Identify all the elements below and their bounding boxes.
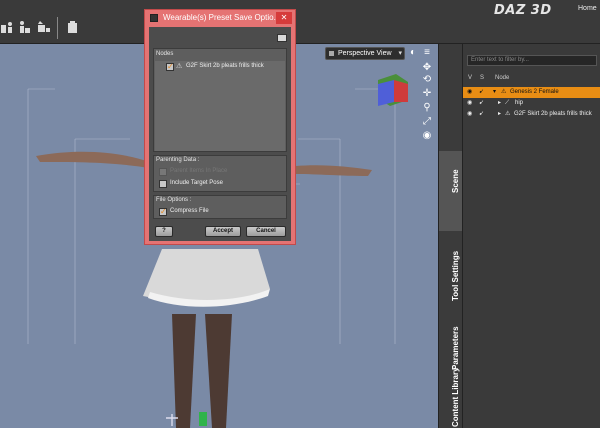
tab-content-library[interactable]: Content Library <box>439 367 463 428</box>
camera-icon <box>329 51 334 56</box>
render-icon[interactable]: ◐ <box>407 47 419 59</box>
cancel-button[interactable]: Cancel <box>246 226 286 237</box>
col-node[interactable]: Node <box>495 75 509 81</box>
dialog-title: Wearable(s) Preset Save Optio... <box>163 13 281 22</box>
parenting-label: Parenting Data : <box>156 157 200 163</box>
scene-icon[interactable] <box>0 20 14 34</box>
col-selectable[interactable]: S <box>480 75 484 81</box>
cursor-icon[interactable]: ➹ <box>479 98 484 109</box>
compress-file-label: Compress File <box>170 208 209 214</box>
parenting-group: Parenting Data : Parent Items In Place I… <box>153 155 287 192</box>
nodes-group: Nodes ⚠ G2F Skirt 2b pleats frills thick <box>153 48 287 152</box>
scene-row-skirt[interactable]: ◉ ➹ ▸ ⚠ G2F Skirt 2b pleats frills thick <box>463 109 600 120</box>
nodes-label: Nodes <box>156 51 174 57</box>
main-toolbar: DAZ 3D Home <box>0 0 600 44</box>
daz3d-logo: DAZ 3D <box>494 3 552 18</box>
scene-row-hip[interactable]: ◉ ➹ ▸ ⟋ hip <box>463 98 600 109</box>
chevron-down-icon: ▾ <box>398 50 402 57</box>
tab-tool-settings[interactable]: Tool Settings <box>439 234 463 319</box>
figure-icon[interactable] <box>17 20 31 34</box>
node-label: G2F Skirt 2b pleats frills thick <box>186 63 264 69</box>
eye-icon[interactable]: ◉ <box>467 109 472 120</box>
camera-selector[interactable]: Perspective View ▾ <box>325 47 405 60</box>
tab-parameters[interactable]: Parameters <box>439 322 463 372</box>
bone-icon: ⟋ <box>505 100 510 106</box>
file-options-group: File Options : Compress File <box>153 195 287 219</box>
scene-filter-input[interactable]: Enter text to filter by... <box>467 55 597 66</box>
file-options-label: File Options : <box>156 197 192 203</box>
eye-icon[interactable]: ◉ <box>467 98 472 109</box>
content-icon[interactable] <box>37 20 51 34</box>
figure-node-icon: ⚠ <box>505 111 511 117</box>
eye-icon[interactable]: ◉ <box>467 87 472 98</box>
expand-icon[interactable]: ▾ <box>493 87 496 98</box>
save-icon[interactable] <box>66 20 80 34</box>
menu-icon[interactable]: ≡ <box>421 47 433 59</box>
cursor-icon[interactable]: ➹ <box>479 109 484 120</box>
dialog-menu-icon[interactable] <box>277 34 287 42</box>
frame-icon[interactable]: ⤢ <box>421 116 433 128</box>
cursor-icon[interactable]: ➹ <box>479 87 484 98</box>
close-button[interactable]: ✕ <box>276 12 292 24</box>
zoom-icon[interactable]: ⚲ <box>421 102 433 114</box>
camera-label: Perspective View <box>338 50 392 57</box>
figure-node-icon: ⚠ <box>501 89 507 95</box>
reset-icon[interactable]: ◉ <box>421 130 433 142</box>
help-button[interactable]: ? <box>155 226 173 237</box>
scene-panel: Enter text to filter by... V S Node ◉ ➹ … <box>462 44 600 428</box>
home-link[interactable]: Home <box>578 5 597 12</box>
scene-row-genesis[interactable]: ◉ ➹ ▾ ⚠ Genesis 2 Female <box>463 87 600 98</box>
include-target-pose-label: Include Target Pose <box>170 180 223 186</box>
orbit-icon[interactable]: ⟲ <box>421 74 433 86</box>
preset-save-dialog: Wearable(s) Preset Save Optio... ✕ Nodes… <box>144 9 296 245</box>
toolbar-separator <box>57 17 58 39</box>
side-tab-strip: Scene Tool Settings Parameters Content L… <box>438 44 463 428</box>
node-figure-icon: ⚠ <box>176 63 183 70</box>
include-target-pose-checkbox[interactable] <box>159 180 167 188</box>
col-visible[interactable]: V <box>468 75 472 81</box>
dolly-icon[interactable]: ✛ <box>421 88 433 100</box>
scene-column-header: V S Node <box>463 75 600 85</box>
pan-icon[interactable]: ✥ <box>421 62 433 74</box>
nodes-list: ⚠ G2F Skirt 2b pleats frills thick <box>155 61 285 151</box>
compress-file-checkbox[interactable] <box>159 207 167 216</box>
expand-icon[interactable]: ▸ <box>498 109 501 120</box>
accept-button[interactable]: Accept <box>205 226 241 237</box>
parent-in-place-label: Parent Items In Place <box>170 168 228 174</box>
dialog-body: Nodes ⚠ G2F Skirt 2b pleats frills thick… <box>149 27 291 241</box>
expand-icon[interactable]: ▸ <box>498 98 501 109</box>
tab-scene[interactable]: Scene <box>439 151 463 231</box>
parent-in-place-checkbox[interactable] <box>159 168 167 176</box>
node-checkbox[interactable] <box>166 62 174 71</box>
